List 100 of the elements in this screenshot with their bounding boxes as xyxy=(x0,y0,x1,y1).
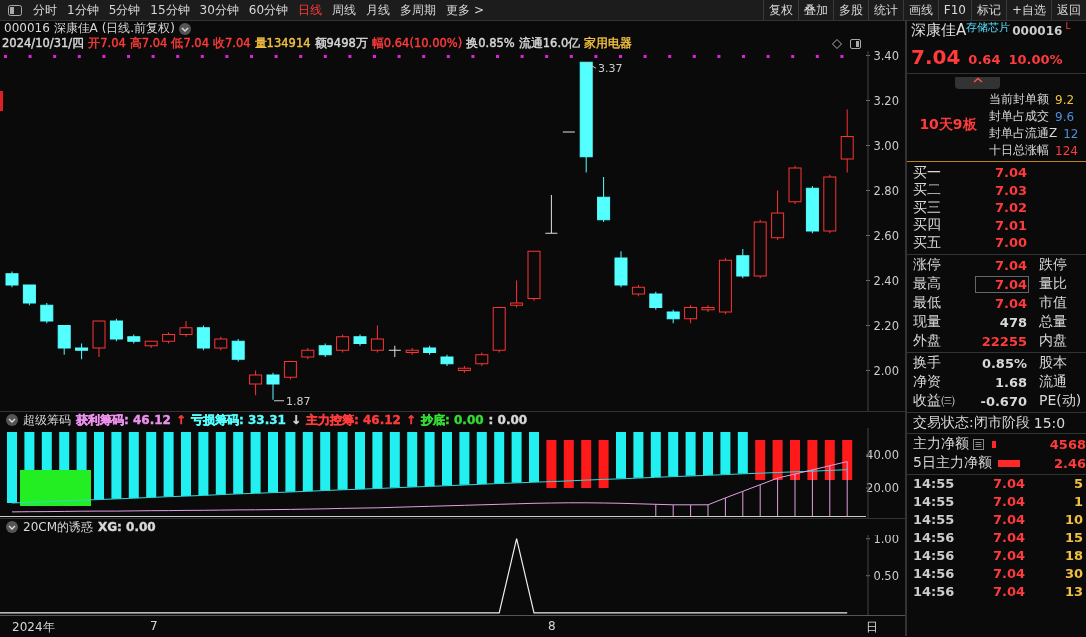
period-tab[interactable]: 15分钟 xyxy=(145,0,195,20)
candle xyxy=(109,318,123,342)
stock-name: 深康佳A xyxy=(911,21,967,40)
flow-label: 5日主力净额 xyxy=(913,454,992,472)
candle xyxy=(423,345,437,356)
bid-price: 7.01 xyxy=(995,217,1028,233)
axis-label: 3.40 xyxy=(873,51,899,63)
candle xyxy=(57,325,71,356)
quote-field: 家用电器 xyxy=(584,36,633,51)
candle xyxy=(144,340,158,349)
axis-label: 2.40 xyxy=(873,273,899,288)
trade-time: 14:55 xyxy=(912,512,956,527)
stat-label: 内盘 xyxy=(1039,332,1067,350)
status-label: 交易状态: xyxy=(913,413,974,432)
indicator-value: 抄底: 0.00 xyxy=(421,411,484,429)
candle xyxy=(666,309,680,324)
last-price: 7.04 xyxy=(911,45,961,69)
bid-label: 买五 xyxy=(912,233,942,252)
diamond-icon[interactable] xyxy=(832,38,842,49)
axis-label: 0.50 xyxy=(873,568,899,583)
period-tab[interactable]: 5分钟 xyxy=(103,0,146,20)
period-tab[interactable]: 多周期 xyxy=(395,0,442,20)
trade-volume: 18 xyxy=(1064,548,1084,563)
bid-label: 买一 xyxy=(912,163,942,182)
candle xyxy=(92,320,106,358)
percent-change: 10.00% xyxy=(1008,52,1063,67)
candle xyxy=(231,338,245,362)
stat-label: 换手 xyxy=(912,354,942,372)
period-tab[interactable]: 更多 > xyxy=(441,0,489,20)
axis-label: 8 xyxy=(548,619,556,633)
high-price-label: 3.37 xyxy=(598,62,623,76)
period-tab[interactable]: 1分钟 xyxy=(62,0,104,20)
candle xyxy=(196,325,210,351)
trade-volume: 10 xyxy=(1064,512,1084,527)
stock-code: 000016 xyxy=(1012,24,1063,38)
stat-label: 封单占成交 xyxy=(989,108,1049,125)
trade-price: 7.04 xyxy=(993,548,1027,563)
axis-label: 7 xyxy=(150,619,158,633)
candle xyxy=(840,109,854,173)
status-time: 15:0 xyxy=(1033,414,1066,431)
indicator-value: ↓ xyxy=(290,413,301,427)
list-icon[interactable] xyxy=(973,438,984,450)
indicator-title: 20CM的诱惑 xyxy=(23,518,93,536)
leader-line xyxy=(273,400,285,402)
axis-label: 2024年 xyxy=(12,619,55,636)
candle xyxy=(718,257,732,315)
period-tab[interactable]: 月线 xyxy=(361,0,396,20)
panel-toggle-icon[interactable] xyxy=(8,4,22,16)
dropdown-icon[interactable] xyxy=(178,22,191,35)
quote-field: 高7.04 xyxy=(129,36,168,51)
candle xyxy=(214,336,228,351)
indicator-value: 获利筹码: 46.12 xyxy=(76,411,171,429)
axis-label: 2.20 xyxy=(873,318,899,333)
candle xyxy=(510,280,524,308)
period-tab[interactable]: 周线 xyxy=(327,0,362,20)
expand-button[interactable] xyxy=(955,77,1000,89)
trade-time: 14:56 xyxy=(912,548,956,563)
panel-toggle-icon[interactable] xyxy=(850,38,861,49)
candle xyxy=(336,334,350,353)
indicator-value: 亏损筹码: 33.31 xyxy=(191,411,286,429)
quote-field: 量134914 xyxy=(254,36,311,51)
quote-field: 额9498万 xyxy=(314,36,368,51)
flow-value: 4568 xyxy=(1049,436,1086,452)
candle xyxy=(22,284,36,306)
axis-label: 2.60 xyxy=(873,228,899,243)
trade-volume: 30 xyxy=(1064,566,1084,581)
candle xyxy=(301,347,315,360)
stat-value: 7.04 xyxy=(993,256,1028,274)
candle xyxy=(823,174,837,234)
bid-price: 7.00 xyxy=(995,235,1028,251)
quote-field: 低7.04 xyxy=(171,36,209,51)
flow-bar xyxy=(997,459,1020,467)
stat-label: 股本 xyxy=(1039,354,1067,372)
candle xyxy=(788,165,802,205)
period-tab[interactable]: 日线 xyxy=(293,0,328,20)
candle xyxy=(370,325,384,353)
stat-value: 0.85% xyxy=(980,354,1028,372)
stat-value: 1.68 xyxy=(993,373,1028,391)
quote-field: 2024/10/31/四 xyxy=(2,36,85,51)
stat-value: 12 xyxy=(1063,126,1079,141)
trade-price: 7.04 xyxy=(993,512,1027,527)
period-tab[interactable]: 60分钟 xyxy=(243,0,294,20)
candle xyxy=(127,334,141,344)
candle xyxy=(318,343,332,358)
period-tab[interactable]: 分时 xyxy=(28,0,62,20)
chart-title: 000016 深康佳A (日线.前复权) xyxy=(4,20,175,37)
period-tab[interactable]: 30分钟 xyxy=(194,0,244,20)
stat-value: 9.2 xyxy=(1055,92,1075,107)
trade-price: 7.04 xyxy=(993,476,1027,491)
concept-tag[interactable]: 存储芯片 xyxy=(966,20,1011,35)
collapse-icon[interactable] xyxy=(6,521,18,533)
trade-price: 7.04 xyxy=(993,566,1027,581)
stat-value: 22255 xyxy=(980,332,1028,350)
stat-value: 7.04 xyxy=(975,275,1029,293)
bid-label: 买三 xyxy=(912,198,942,217)
collapse-icon[interactable] xyxy=(6,414,18,426)
candle xyxy=(753,219,767,279)
candle xyxy=(701,304,715,313)
stat-value: 7.04 xyxy=(993,294,1028,312)
axis-label: 3.00 xyxy=(873,138,899,153)
